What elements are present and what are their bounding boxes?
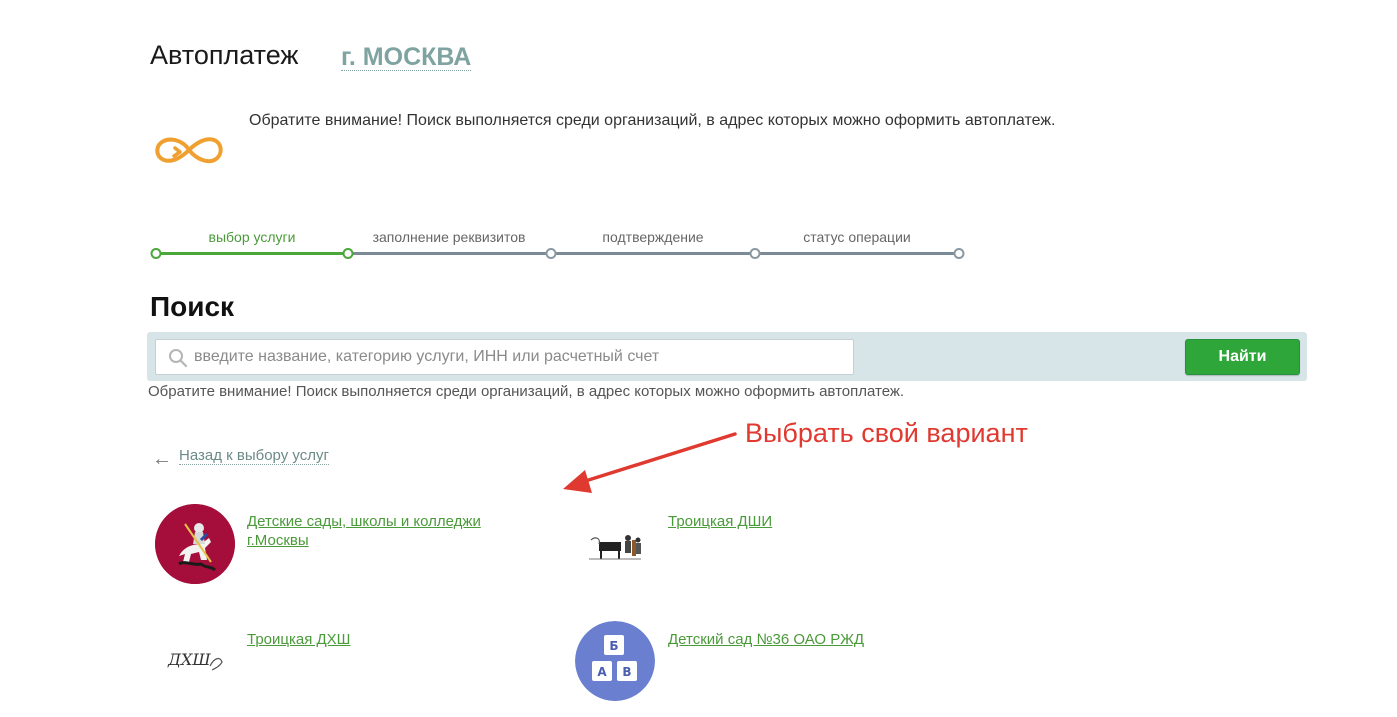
notice-top: Обратите внимание! Поиск выполняется сре…: [249, 112, 1056, 129]
autopayment-infinity-icon: [155, 137, 223, 164]
piano-musicians-icon: [589, 535, 641, 560]
search-input[interactable]: [194, 340, 844, 374]
result-link-troitsk-dhsh[interactable]: Троицкая ДХШ: [247, 630, 350, 649]
step-line-4: [755, 252, 959, 255]
page-title: Автоплатеж: [150, 40, 299, 70]
back-to-services-link[interactable]: Назад к выбору услуг: [179, 447, 329, 465]
progress-steps: выбор услуги заполнение реквизитов подтв…: [150, 225, 970, 265]
step-label-details: заполнение реквизитов: [372, 229, 526, 245]
moscow-st-george-icon: [155, 504, 235, 584]
step-label-status: статус операции: [803, 229, 911, 245]
search-input-wrapper: [155, 339, 854, 375]
kindergarten-36-logo[interactable]: Б А В: [575, 621, 655, 701]
search-heading: Поиск: [150, 291, 235, 322]
step-line-2: [348, 252, 551, 255]
search-bar: Найти: [147, 332, 1307, 381]
troitsk-dhsh-logo[interactable]: ДХШ: [166, 644, 226, 676]
result-link-troitsk-dshi[interactable]: Троицкая ДШИ: [668, 512, 772, 531]
result-link-kindergarten-36[interactable]: Детский сад №36 ОАО РЖД: [668, 630, 864, 649]
step-dot-end: [953, 248, 965, 259]
dhsh-logo-text: ДХШ: [167, 650, 211, 669]
step-line-1: [156, 252, 348, 255]
block-letter-v: В: [622, 665, 631, 679]
step-dot-1: [342, 248, 354, 259]
step-dot-2: [545, 248, 557, 259]
search-icon: [169, 349, 188, 368]
result-link-moscow-schools-line2[interactable]: г.Москвы: [247, 531, 507, 550]
dhsh-signature-icon: ДХШ: [167, 650, 223, 671]
block-letter-a: А: [597, 665, 607, 679]
result-link-moscow-schools[interactable]: Детские сады, школы и колледжи г.Москвы: [247, 512, 507, 550]
moscow-coat-of-arms-logo[interactable]: [155, 504, 235, 584]
result-link-moscow-schools-line1[interactable]: Детские сады, школы и колледжи: [247, 512, 507, 531]
region-selector[interactable]: г. МОСКВА: [341, 44, 472, 71]
alphabet-blocks-icon: Б А В: [575, 621, 655, 701]
step-line-3: [551, 252, 755, 255]
step-dot-start: [150, 248, 162, 259]
step-label-service: выбор услуги: [208, 229, 296, 245]
annotation-label: Выбрать свой вариант: [745, 418, 1028, 448]
step-label-confirm: подтверждение: [602, 229, 704, 245]
annotation-arrow-icon: [563, 432, 737, 493]
step-dot-3: [749, 248, 761, 259]
block-letter-b: Б: [609, 639, 618, 653]
troitsk-dshi-logo[interactable]: [585, 526, 643, 562]
search-button[interactable]: Найти: [1185, 339, 1300, 375]
back-arrow-icon[interactable]: ←: [152, 449, 172, 469]
search-notice: Обратите внимание! Поиск выполняется сре…: [148, 383, 905, 400]
